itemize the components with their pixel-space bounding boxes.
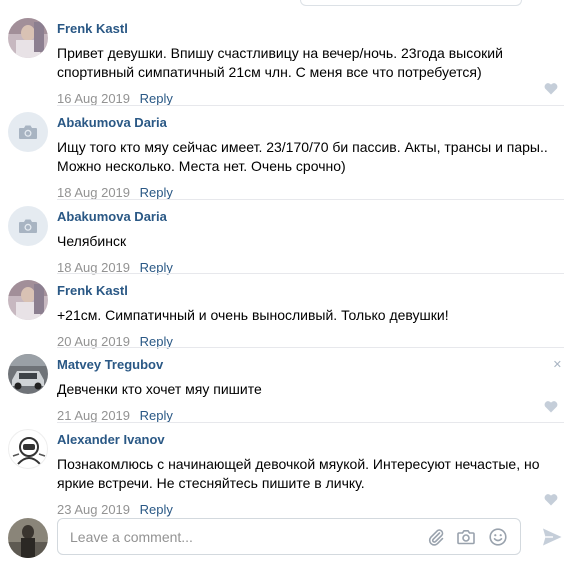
- comment-text: Челябинск: [57, 233, 127, 249]
- comment-date[interactable]: 18 Aug 2019: [57, 185, 130, 200]
- camera-icon: [19, 125, 37, 139]
- comment-author[interactable]: Matvey Tregubov: [57, 356, 564, 373]
- heart-icon[interactable]: [544, 493, 558, 506]
- smiley-icon[interactable]: [488, 527, 508, 547]
- comment-composer: [57, 518, 521, 555]
- paperclip-icon[interactable]: [426, 527, 446, 547]
- heart-icon[interactable]: [544, 400, 558, 413]
- user-avatar[interactable]: [8, 112, 48, 152]
- previous-panel-edge: [300, 0, 522, 6]
- comment-divider: [57, 273, 564, 274]
- camera-icon: [19, 219, 37, 233]
- user-avatar[interactable]: [8, 206, 48, 246]
- comment-author[interactable]: Alexander Ivanov: [57, 431, 564, 448]
- close-icon[interactable]: ✕: [553, 358, 562, 371]
- comment-date[interactable]: 16 Aug 2019: [57, 91, 130, 106]
- comment-text: Познакомлюсь с начинающей девочкой мяуко…: [57, 456, 540, 491]
- reply-button[interactable]: Reply: [140, 502, 173, 517]
- comment-text: +21см. Симпатичный и очень выносливый. Т…: [57, 307, 449, 323]
- comment-divider: [57, 105, 564, 106]
- comment-text: Ищу того кто мяу сейчас имеет. 23/170/70…: [57, 139, 548, 174]
- comment-author[interactable]: Abakumova Daria: [57, 208, 564, 225]
- comment-divider: [57, 422, 564, 423]
- comment-divider: [57, 199, 564, 200]
- reply-button[interactable]: Reply: [140, 91, 173, 106]
- current-user-avatar[interactable]: [8, 518, 48, 558]
- reply-button[interactable]: Reply: [140, 408, 173, 423]
- comment-author[interactable]: Frenk Kastl: [57, 20, 564, 37]
- comment-date[interactable]: 21 Aug 2019: [57, 408, 130, 423]
- user-avatar[interactable]: [8, 18, 48, 58]
- send-icon[interactable]: [541, 526, 563, 548]
- comment-author[interactable]: Frenk Kastl: [57, 282, 564, 299]
- reply-button[interactable]: Reply: [140, 185, 173, 200]
- heart-icon[interactable]: [544, 82, 558, 95]
- comment-date[interactable]: 23 Aug 2019: [57, 502, 130, 517]
- comment-author[interactable]: Abakumova Daria: [57, 114, 564, 131]
- comment-text: Девченки кто хочет мяу пишите: [57, 381, 262, 397]
- camera-icon[interactable]: [456, 527, 476, 547]
- comment-meta: 23 Aug 2019 Reply: [57, 501, 564, 518]
- user-avatar[interactable]: [8, 429, 48, 469]
- comment-divider: [57, 347, 564, 348]
- comment-text: Привет девушки. Впишу счастливицу на веч…: [57, 45, 503, 80]
- user-avatar[interactable]: [8, 280, 48, 320]
- user-avatar[interactable]: [8, 354, 48, 394]
- comment-input[interactable]: [70, 528, 400, 546]
